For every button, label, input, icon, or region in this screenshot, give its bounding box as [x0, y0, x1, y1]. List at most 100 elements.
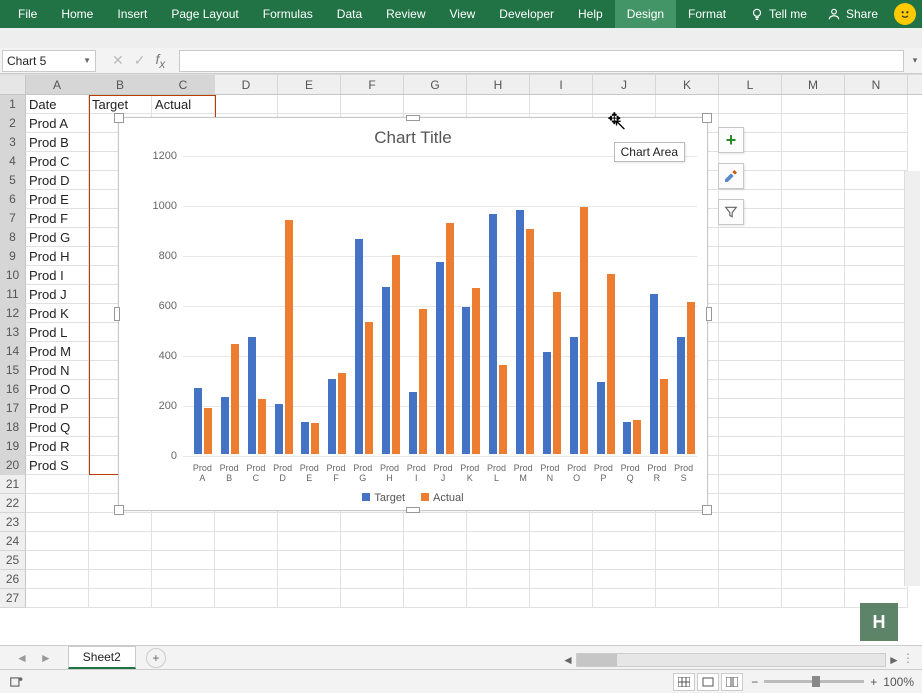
enter-check-icon[interactable]: ✓: [134, 52, 146, 69]
resize-handle-e[interactable]: [706, 307, 712, 321]
col-header-i[interactable]: I: [530, 75, 593, 94]
cell[interactable]: [719, 285, 782, 304]
bar-actual[interactable]: [526, 229, 534, 454]
cell[interactable]: [341, 589, 404, 608]
cell[interactable]: [467, 570, 530, 589]
cell[interactable]: [530, 589, 593, 608]
cell[interactable]: [719, 361, 782, 380]
col-header-m[interactable]: M: [782, 75, 845, 94]
hscroll-thumb[interactable]: [577, 654, 617, 666]
bar-target[interactable]: [328, 379, 336, 454]
cell[interactable]: [845, 570, 908, 589]
cell[interactable]: [530, 95, 593, 114]
resize-handle-nw[interactable]: [114, 113, 124, 123]
cell[interactable]: [530, 532, 593, 551]
cell[interactable]: [593, 513, 656, 532]
cell[interactable]: [845, 285, 908, 304]
row-header-21[interactable]: 21: [0, 475, 26, 494]
cell[interactable]: [404, 589, 467, 608]
cell[interactable]: [278, 551, 341, 570]
cell[interactable]: [845, 513, 908, 532]
cell[interactable]: Prod L: [26, 323, 89, 342]
bar-target[interactable]: [301, 422, 309, 455]
row-header-25[interactable]: 25: [0, 551, 26, 570]
bar-actual[interactable]: [392, 255, 400, 454]
cell[interactable]: [782, 475, 845, 494]
cell[interactable]: Prod N: [26, 361, 89, 380]
cell[interactable]: [215, 570, 278, 589]
cell[interactable]: [341, 551, 404, 570]
cell[interactable]: [89, 551, 152, 570]
cell[interactable]: [26, 513, 89, 532]
cell[interactable]: Prod H: [26, 247, 89, 266]
ribbon-tab-data[interactable]: Data: [325, 0, 374, 28]
ribbon-tab-review[interactable]: Review: [374, 0, 437, 28]
cell[interactable]: [341, 95, 404, 114]
cell[interactable]: [719, 418, 782, 437]
cell[interactable]: Prod I: [26, 266, 89, 285]
bar-target[interactable]: [436, 262, 444, 455]
row-header-14[interactable]: 14: [0, 342, 26, 361]
tab-split-handle[interactable]: ⋮: [902, 651, 922, 665]
cell[interactable]: [845, 266, 908, 285]
cell[interactable]: [719, 95, 782, 114]
row-header-16[interactable]: 16: [0, 380, 26, 399]
cell[interactable]: [782, 361, 845, 380]
cell[interactable]: [845, 95, 908, 114]
cell[interactable]: [719, 266, 782, 285]
row-header-10[interactable]: 10: [0, 266, 26, 285]
cell[interactable]: Prod D: [26, 171, 89, 190]
view-pagelayout-button[interactable]: [697, 673, 719, 691]
cell[interactable]: [782, 247, 845, 266]
col-header-j[interactable]: J: [593, 75, 656, 94]
cell[interactable]: [26, 494, 89, 513]
bar-actual[interactable]: [365, 322, 373, 455]
cell[interactable]: [719, 437, 782, 456]
cell[interactable]: [845, 437, 908, 456]
cell[interactable]: [719, 589, 782, 608]
name-box-dropdown-icon[interactable]: ▼: [83, 56, 91, 65]
cell[interactable]: [593, 95, 656, 114]
row-header-18[interactable]: 18: [0, 418, 26, 437]
cell[interactable]: Prod Q: [26, 418, 89, 437]
cell[interactable]: Prod R: [26, 437, 89, 456]
tell-me-search[interactable]: Tell me: [740, 7, 817, 21]
cell[interactable]: [26, 475, 89, 494]
cell[interactable]: Prod F: [26, 209, 89, 228]
ribbon-tab-formulas[interactable]: Formulas: [251, 0, 325, 28]
cell[interactable]: [467, 513, 530, 532]
cell[interactable]: [845, 532, 908, 551]
bar-target[interactable]: [677, 337, 685, 455]
cell[interactable]: [782, 551, 845, 570]
chart-legend[interactable]: Target Actual: [119, 492, 707, 504]
bar-actual[interactable]: [204, 408, 212, 454]
cell[interactable]: [89, 589, 152, 608]
cell[interactable]: Prod P: [26, 399, 89, 418]
cell[interactable]: [404, 513, 467, 532]
bar-actual[interactable]: [472, 288, 480, 454]
resize-handle-ne[interactable]: [702, 113, 712, 123]
cell[interactable]: [215, 589, 278, 608]
cell[interactable]: [845, 361, 908, 380]
row-header-20[interactable]: 20: [0, 456, 26, 475]
cell[interactable]: [215, 513, 278, 532]
zoom-slider[interactable]: [764, 680, 864, 683]
cell[interactable]: [530, 513, 593, 532]
cell[interactable]: [278, 570, 341, 589]
cell[interactable]: [656, 532, 719, 551]
cell[interactable]: [845, 399, 908, 418]
view-pagebreak-button[interactable]: [721, 673, 743, 691]
cell[interactable]: Prod C: [26, 152, 89, 171]
cell[interactable]: [89, 532, 152, 551]
fx-icon[interactable]: fx: [155, 51, 165, 71]
cell[interactable]: [467, 95, 530, 114]
cell[interactable]: [341, 513, 404, 532]
ribbon-tab-help[interactable]: Help: [566, 0, 615, 28]
cell[interactable]: [530, 570, 593, 589]
col-header-l[interactable]: L: [719, 75, 782, 94]
cell[interactable]: Prod E: [26, 190, 89, 209]
col-header-a[interactable]: A: [26, 75, 89, 94]
bar-target[interactable]: [275, 404, 283, 454]
cell[interactable]: [782, 304, 845, 323]
cell[interactable]: [467, 532, 530, 551]
